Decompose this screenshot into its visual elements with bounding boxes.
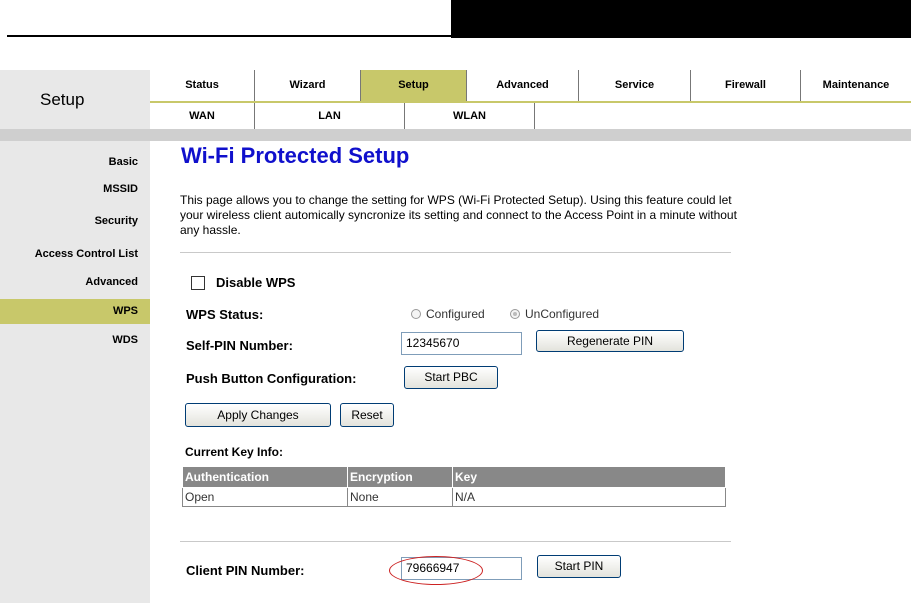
highlight-ellipse xyxy=(389,556,483,585)
divider-bar xyxy=(0,129,911,141)
page-title: Wi-Fi Protected Setup xyxy=(181,143,410,168)
col-encryption: Encryption xyxy=(347,466,453,488)
sidebar-item-basic[interactable]: Basic xyxy=(0,150,150,175)
tab-maintenance[interactable]: Maintenance xyxy=(801,70,911,101)
subtab-wan[interactable]: WAN xyxy=(150,103,255,129)
pbc-label: Push Button Configuration: xyxy=(186,371,357,386)
self-pin-input[interactable]: 12345670 xyxy=(401,332,522,355)
client-pin-label: Client PIN Number: xyxy=(186,563,305,578)
sidebar-item-advanced[interactable]: Advanced xyxy=(0,270,150,295)
tab-service[interactable]: Service xyxy=(579,70,691,101)
tab-wizard[interactable]: Wizard xyxy=(255,70,361,101)
header-black-band xyxy=(451,0,911,38)
apply-changes-button[interactable]: Apply Changes xyxy=(185,403,331,427)
tab-status[interactable]: Status xyxy=(150,70,255,101)
start-pin-button[interactable]: Start PIN xyxy=(537,555,621,578)
sidebar: Basic MSSID Security Access Control List… xyxy=(0,141,150,603)
col-authentication: Authentication xyxy=(182,466,348,488)
sidebar-item-mssid[interactable]: MSSID xyxy=(0,177,150,202)
sidebar-item-security[interactable]: Security xyxy=(0,209,150,234)
radio-configured-label: Configured xyxy=(426,307,485,321)
sidebar-item-access-control-list[interactable]: Access Control List xyxy=(0,242,150,267)
disable-wps-label: Disable WPS xyxy=(216,275,296,290)
header-rule xyxy=(7,35,451,37)
divider xyxy=(180,252,731,253)
sidebar-item-wds[interactable]: WDS xyxy=(0,328,150,353)
section-title: Setup xyxy=(0,70,150,130)
radio-unconfigured[interactable] xyxy=(510,309,520,319)
key-info-title: Current Key Info: xyxy=(185,445,284,459)
key-info-table: Authentication Encryption Key Open None … xyxy=(182,466,726,507)
wps-status-label: WPS Status: xyxy=(186,307,264,322)
page-description: This page allows you to change the setti… xyxy=(180,193,737,237)
disable-wps-checkbox[interactable] xyxy=(191,276,205,290)
tab-firewall[interactable]: Firewall xyxy=(691,70,801,101)
cell-authentication: Open xyxy=(182,487,348,507)
start-pbc-button[interactable]: Start PBC xyxy=(404,366,498,389)
self-pin-label: Self-PIN Number: xyxy=(186,338,293,353)
subtab-wlan[interactable]: WLAN xyxy=(405,103,535,129)
radio-unconfigured-label: UnConfigured xyxy=(525,307,600,321)
tab-setup[interactable]: Setup xyxy=(361,70,467,101)
sidebar-item-wps[interactable]: WPS xyxy=(0,299,150,324)
cell-key: N/A xyxy=(452,487,726,507)
subtab-lan[interactable]: LAN xyxy=(255,103,405,129)
tab-advanced[interactable]: Advanced xyxy=(467,70,579,101)
col-key: Key xyxy=(452,466,726,488)
table-row: Open None N/A xyxy=(182,487,726,507)
radio-configured[interactable] xyxy=(411,309,421,319)
reset-button[interactable]: Reset xyxy=(340,403,394,427)
divider xyxy=(180,541,731,542)
regenerate-pin-button[interactable]: Regenerate PIN xyxy=(536,330,684,352)
cell-encryption: None xyxy=(347,487,453,507)
